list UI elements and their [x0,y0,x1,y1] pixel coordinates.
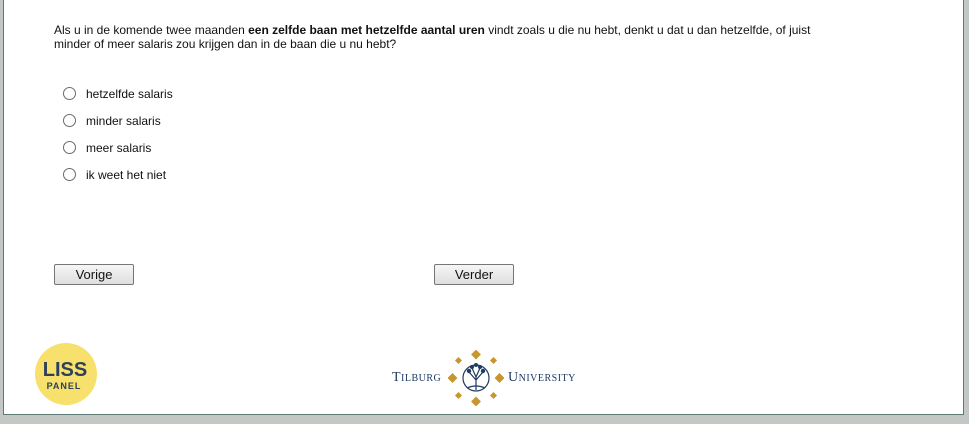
radio-button[interactable] [63,141,76,154]
option-minder-salaris[interactable]: minder salaris [63,107,173,134]
liss-panel-logo: LISS PANEL [35,343,97,405]
option-label: meer salaris [86,140,152,155]
answer-options: hetzelfde salaris minder salaris meer sa… [63,80,173,188]
question-bold: een zelfde baan met hetzelfde aantal ure… [248,23,485,37]
option-label: ik weet het niet [86,167,167,182]
radio-button[interactable] [63,168,76,181]
option-weet-niet[interactable]: ik weet het niet [63,161,173,188]
liss-logo-text: LISS [43,359,87,381]
tilburg-emblem-icon [448,350,504,406]
tilburg-logo-text-left: Tilburg [392,370,442,385]
option-label: minder salaris [86,113,161,128]
question-part-1: Als u in de komende twee maanden [54,23,249,37]
liss-logo-subtext: PANEL [47,381,82,391]
previous-button[interactable]: Vorige [54,264,134,285]
option-meer-salaris[interactable]: meer salaris [63,134,173,161]
radio-button[interactable] [63,114,76,127]
tilburg-university-logo: Tilburg University [388,350,588,406]
question-text: Als u in de komende twee maanden een zel… [54,23,814,51]
survey-page: Als u in de komende twee maanden een zel… [3,0,964,415]
radio-button[interactable] [63,87,76,100]
next-button[interactable]: Verder [434,264,514,285]
option-label: hetzelfde salaris [86,86,173,101]
tilburg-logo-text-right: University [508,370,576,385]
option-hetzelfde-salaris[interactable]: hetzelfde salaris [63,80,173,107]
